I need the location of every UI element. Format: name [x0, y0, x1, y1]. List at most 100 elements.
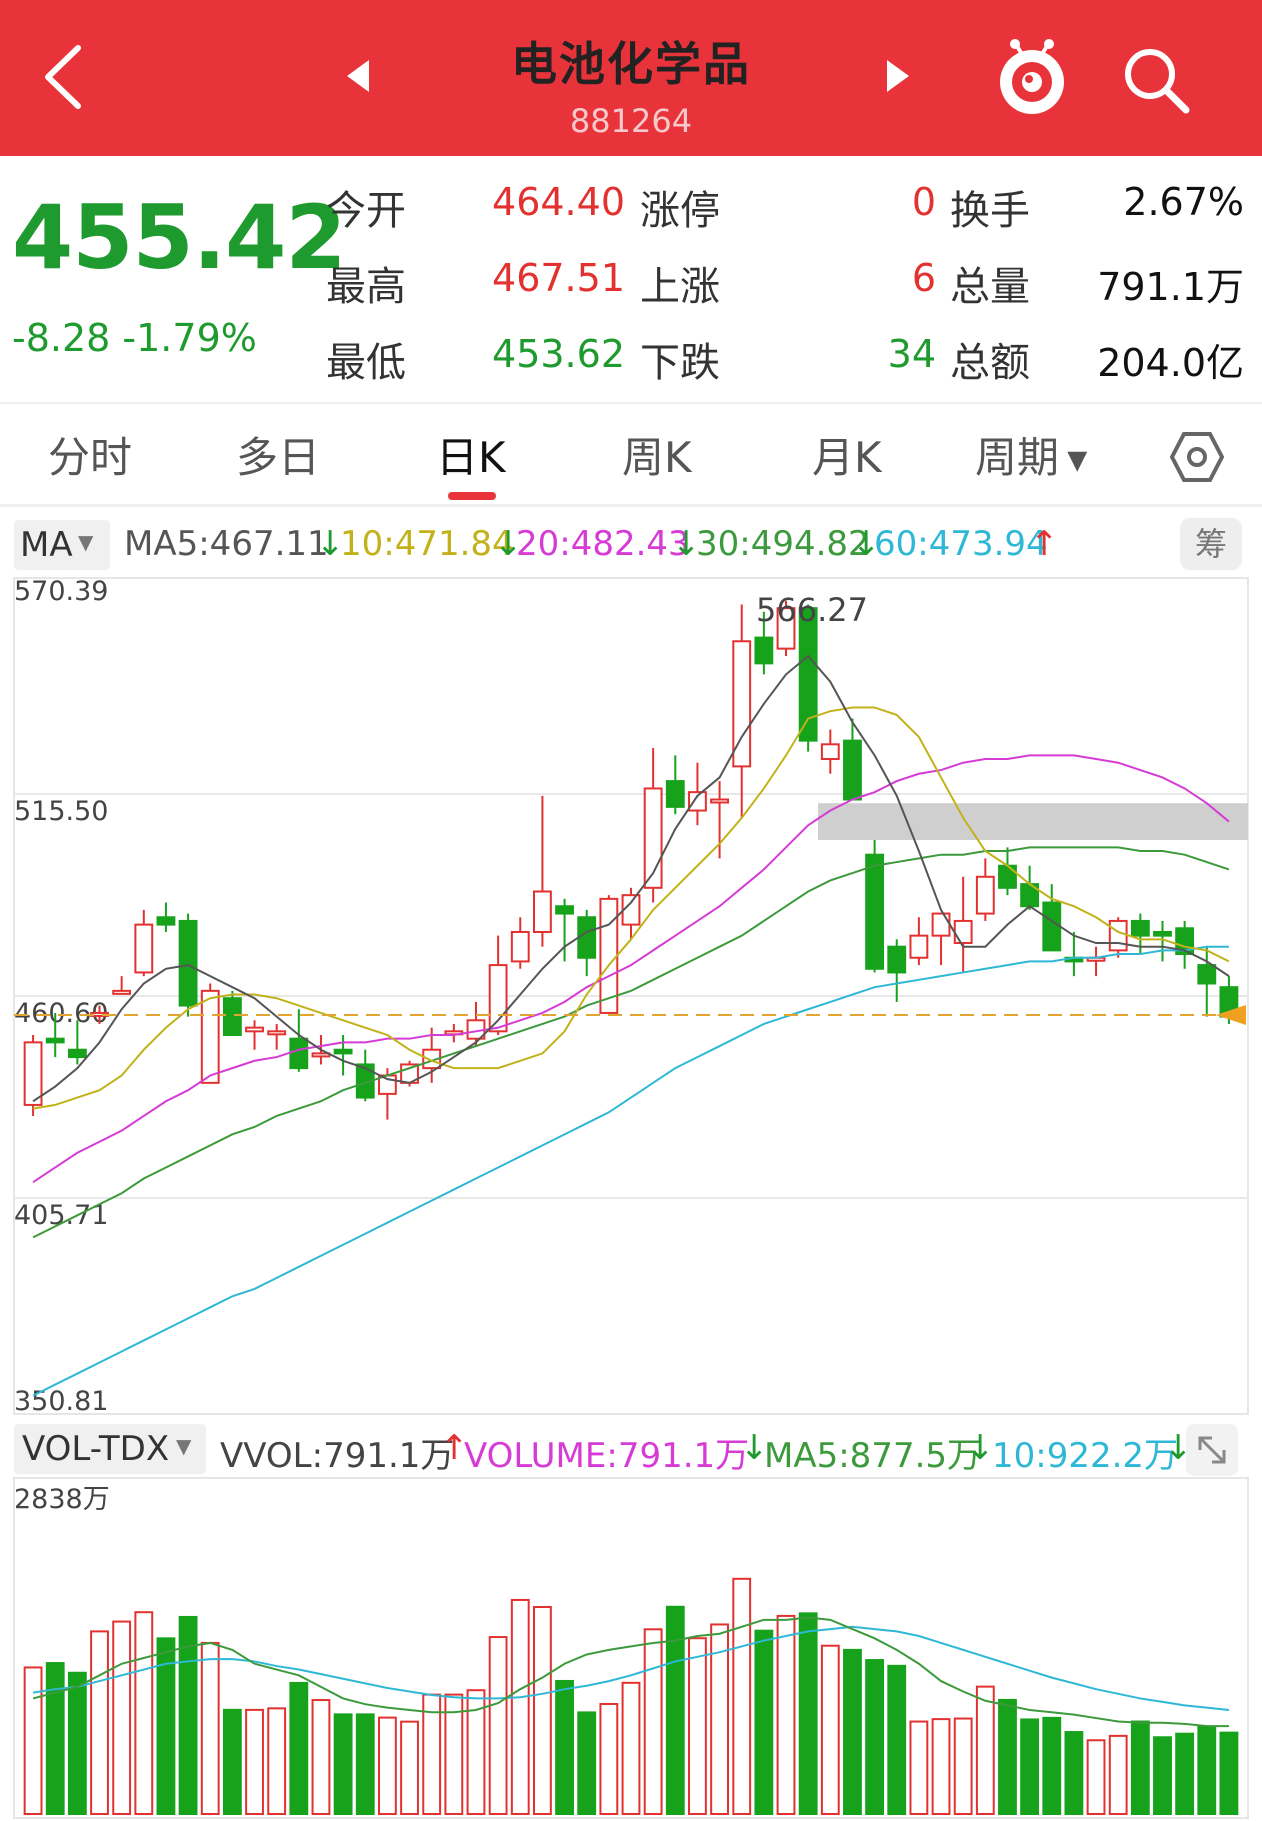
vol-ma5-value: MA5:877.5万	[764, 1436, 982, 1476]
candle-body	[665, 780, 685, 808]
volume-bar	[931, 1718, 951, 1815]
indicator-select-vol[interactable]: VOL-TDX ▼	[14, 1424, 206, 1474]
divider	[0, 504, 1262, 507]
volume-bar	[267, 1707, 287, 1815]
volume-bar	[1219, 1731, 1239, 1815]
next-sector-icon[interactable]	[885, 58, 911, 94]
resistance-zone	[818, 803, 1248, 840]
tab-period[interactable]: 周期 ▼	[975, 424, 1087, 485]
candle-body	[1042, 901, 1062, 952]
volume-bar	[599, 1702, 619, 1816]
tab-daily-k[interactable]: 日K	[436, 424, 506, 485]
candle-body	[178, 919, 198, 1007]
volume-bar	[820, 1644, 840, 1815]
y-tick-label: 570.39	[14, 576, 108, 607]
volume-bar	[23, 1666, 43, 1816]
volume-bar	[510, 1598, 530, 1815]
candle-body	[289, 1037, 309, 1070]
change-percent: -1.79%	[122, 316, 257, 360]
ma20-value: 20:482.43	[516, 524, 690, 564]
volume-bar	[1130, 1720, 1150, 1816]
volume-bar	[1086, 1739, 1106, 1815]
volume-bar	[311, 1699, 331, 1816]
candle-body	[45, 1037, 65, 1044]
candle-body	[222, 997, 242, 1037]
expand-icon[interactable]	[1186, 1424, 1238, 1476]
vol-ma10-value: 10:922.2万	[992, 1436, 1179, 1476]
candle-body	[112, 989, 132, 995]
candle-body	[267, 1030, 287, 1036]
volume-chart[interactable]: 2838万	[0, 1476, 1262, 1821]
tab-period-label: 周期	[975, 433, 1060, 482]
candle-body	[577, 916, 597, 959]
volume-bar	[377, 1716, 397, 1815]
candle-body	[621, 894, 641, 926]
caret-down-icon: ▼	[1059, 445, 1088, 476]
tab-intraday[interactable]: 分时	[48, 424, 132, 485]
volume-bar	[887, 1664, 907, 1816]
ma5-value: MA5:467.11	[124, 524, 329, 564]
tab-multi-day[interactable]: 多日	[236, 424, 320, 485]
candle-body	[510, 930, 530, 963]
candle-body	[909, 934, 929, 959]
ma60-value: 60:473.94	[874, 524, 1048, 564]
volume-bar	[1042, 1716, 1062, 1816]
candle-body	[23, 1041, 43, 1106]
volume-value-legend: VOLUME:791.1万	[464, 1436, 750, 1476]
volume-bar	[1197, 1725, 1217, 1816]
low-value: 453.62	[492, 332, 625, 376]
volume-bar	[289, 1681, 309, 1816]
high-price-label: 566.27	[756, 591, 868, 629]
rise-value: 6	[911, 256, 936, 300]
volume-bar	[45, 1662, 65, 1816]
amount-label: 总额	[950, 340, 1030, 386]
amount-value: 204.0亿	[1097, 341, 1244, 385]
y-tick-label: 350.81	[14, 1386, 108, 1417]
volume-bar	[688, 1637, 707, 1816]
high-label: 最高	[326, 264, 406, 310]
candle-body	[1108, 919, 1128, 952]
volume-bar	[134, 1611, 154, 1815]
fall-value: 34	[887, 332, 936, 376]
ma-select-label: MA	[20, 525, 73, 565]
candle-body	[754, 636, 774, 665]
sector-code: 881264	[569, 102, 693, 140]
ma30-value: 30:494.82	[696, 524, 870, 564]
change-value: -8.28	[12, 316, 111, 360]
candle-body	[975, 875, 995, 915]
divider	[0, 402, 1262, 404]
vvol-value: VVOL:791.1万	[220, 1436, 455, 1476]
candle-body	[1197, 964, 1217, 985]
volume-bar	[200, 1641, 220, 1815]
candle-body	[555, 905, 574, 915]
search-icon[interactable]	[1120, 44, 1192, 116]
candle-body	[333, 1048, 353, 1055]
down-arrow-icon: ↓	[966, 1428, 995, 1468]
volume-bar	[355, 1713, 375, 1815]
volume-bar	[222, 1708, 242, 1816]
settings-hexagon-icon[interactable]	[1170, 430, 1224, 484]
volume-value: 791.1万	[1097, 265, 1244, 309]
tab-monthly-k[interactable]: 月K	[812, 424, 882, 485]
candle-body	[931, 912, 951, 937]
volume-bar	[90, 1630, 109, 1816]
volume-y-tick-label: 2838万	[14, 1484, 110, 1515]
assistant-robot-icon[interactable]	[995, 38, 1069, 118]
volume-bar	[245, 1708, 264, 1816]
volume-label: 总量	[950, 264, 1030, 310]
volume-bar	[112, 1620, 132, 1816]
tab-weekly-k[interactable]: 周K	[622, 424, 692, 485]
sector-title: 电池化学品	[511, 37, 751, 91]
volume-bar	[1108, 1734, 1128, 1815]
candle-body	[1153, 930, 1172, 937]
candlestick-chart[interactable]: 570.39515.50460.60405.71350.81566.27	[0, 572, 1262, 1418]
indicator-select-ma[interactable]: MA ▼	[14, 520, 110, 570]
candle-body	[998, 864, 1017, 889]
dropdown-caret-icon: ▼	[78, 530, 94, 554]
chip-distribution-button[interactable]: 筹	[1180, 518, 1242, 570]
open-value: 464.40	[492, 180, 625, 224]
candle-body	[134, 923, 154, 974]
candle-body	[200, 989, 220, 1084]
volume-bar	[843, 1648, 862, 1815]
up-arrow-icon: ↑	[1030, 524, 1059, 564]
